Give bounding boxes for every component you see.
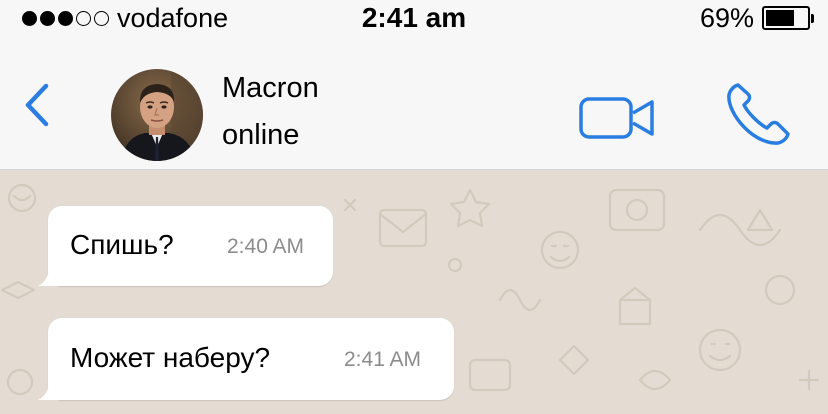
contact-photo — [111, 69, 203, 161]
message-bubble[interactable]: Может наберу? 2:41 AM — [38, 318, 454, 400]
chevron-left-icon — [25, 83, 49, 127]
message-text: Может наберу? — [70, 342, 271, 373]
message-bubble[interactable]: Спишь? 2:40 AM — [38, 206, 333, 286]
bubble-tail — [38, 262, 62, 286]
voice-call-button[interactable] — [722, 78, 794, 150]
contact-status: online — [222, 119, 300, 151]
phone-icon — [727, 83, 790, 145]
contact-name[interactable]: Macron — [222, 71, 319, 105]
message-text: Спишь? — [70, 229, 174, 260]
battery-tip — [811, 14, 814, 23]
message-time: 2:40 AM — [227, 235, 305, 258]
battery-percent: 69% — [699, 2, 754, 33]
battery-icon — [762, 6, 814, 30]
message-time: 2:41 AM — [344, 348, 422, 371]
battery-fill — [766, 10, 794, 26]
bubble-tail — [38, 376, 62, 400]
status-bar: vodafone 2:41 am 69% — [0, 0, 828, 36]
back-button[interactable] — [20, 82, 60, 128]
avatar[interactable] — [111, 69, 203, 161]
video-camera-icon — [579, 97, 654, 139]
chat-header: Macron online — [0, 36, 828, 170]
chat-area[interactable]: Спишь? 2:40 AM Может наберу? 2:41 AM — [0, 170, 828, 414]
battery-indicator: 69% — [699, 0, 814, 36]
video-call-button[interactable] — [578, 96, 658, 140]
